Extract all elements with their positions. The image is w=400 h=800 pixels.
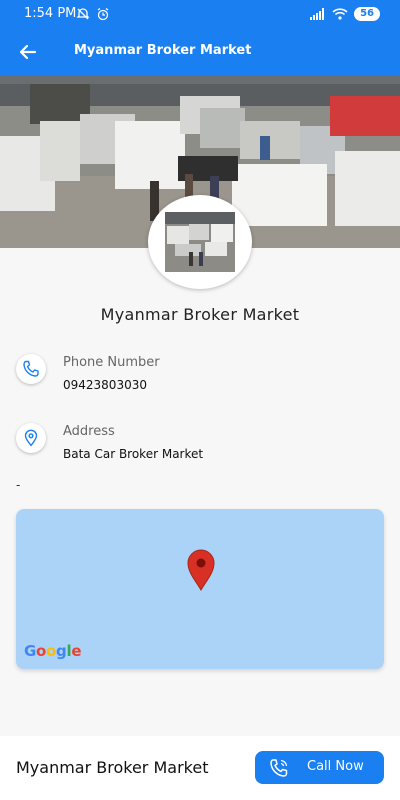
google-logo: Google — [24, 642, 82, 660]
location-icon-badge — [16, 423, 46, 453]
status-bar: 1:54 PM 56 — [0, 0, 400, 28]
call-now-label: Call Now — [307, 759, 364, 774]
phone-icon — [23, 360, 39, 377]
market-name: Myanmar Broker Market — [100, 305, 300, 324]
phone-value[interactable]: 09423803030 — [63, 378, 147, 392]
bottom-market-name: Myanmar Broker Market — [16, 758, 209, 777]
location-pin-icon — [24, 429, 38, 447]
app-bar: Myanmar Broker Market — [0, 28, 400, 76]
signal-icon — [310, 8, 325, 20]
phone-call-icon — [270, 759, 288, 777]
avatar — [148, 195, 252, 289]
dnd-off-icon — [76, 8, 90, 20]
app-bar-title: Myanmar Broker Market — [74, 43, 252, 58]
battery-indicator: 56 — [354, 7, 380, 21]
status-time: 1:54 PM — [24, 6, 77, 21]
call-now-button[interactable]: Call Now — [255, 751, 384, 784]
phone-label: Phone Number — [63, 355, 160, 370]
bottom-bar: Myanmar Broker Market Call Now — [0, 736, 400, 800]
map-marker-icon[interactable] — [186, 549, 216, 591]
extra-info: - — [16, 478, 21, 492]
wifi-icon — [332, 8, 348, 20]
back-button[interactable] — [14, 38, 42, 66]
address-value: Bata Car Broker Market — [63, 447, 204, 461]
arrow-back-icon — [19, 44, 37, 60]
address-label: Address — [63, 424, 115, 439]
phone-icon-badge — [16, 354, 46, 384]
map-view[interactable]: Google — [16, 509, 384, 669]
alarm-icon — [97, 8, 109, 21]
